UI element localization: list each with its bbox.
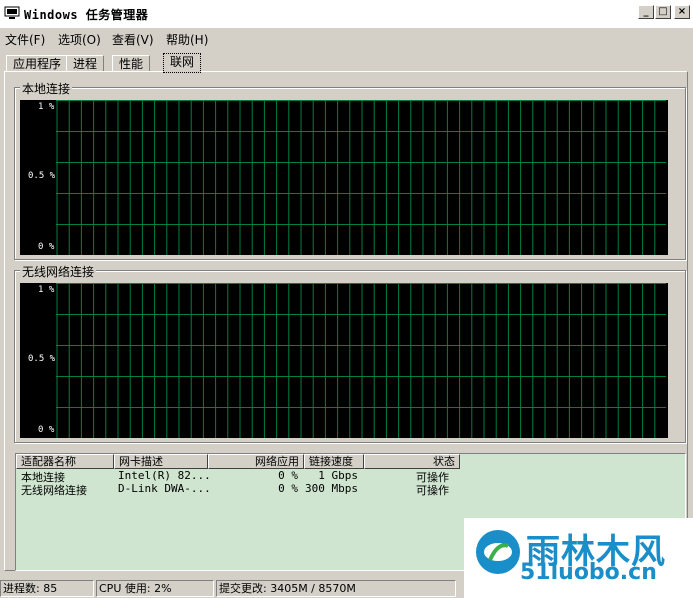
tab-applications[interactable]: 应用程序 [6, 55, 69, 72]
local-connection-label: 本地连接 [20, 80, 73, 97]
adapter-description: Intel(R) 82... [118, 469, 211, 482]
wireless-connection-grid [56, 283, 666, 438]
wireless-connection-label: 无线网络连接 [20, 263, 97, 280]
tab-networking[interactable]: 联网 [163, 53, 202, 73]
watermark-logo-icon [476, 530, 520, 574]
minimize-button[interactable]: _ [638, 5, 654, 19]
y-axis-top-label: 1 % [38, 102, 55, 112]
adapter-link-speed: 1 Gbps [318, 469, 358, 482]
column-header-utilization[interactable]: 网络应用 [208, 454, 304, 469]
y-axis-bottom-label: 0 % [38, 242, 55, 252]
local-connection-graph: 1 % 0.5 % 0 % [20, 100, 668, 255]
title-bar[interactable]: Windows 任务管理器 _ □ × [0, 0, 693, 29]
local-connection-grid [56, 100, 666, 255]
adapter-utilization: 0 % [278, 482, 298, 495]
menu-help[interactable]: 帮助(H) [166, 31, 208, 48]
y-axis-bottom-label: 0 % [38, 425, 55, 435]
window-title: Windows 任务管理器 [24, 8, 149, 22]
table-row[interactable]: 本地连接 Intel(R) 82... 0 % 1 Gbps 可操作 [16, 469, 687, 484]
status-process-count: 进程数: 85 [0, 580, 94, 597]
adapter-utilization: 0 % [278, 469, 298, 482]
table-row[interactable]: 无线网络连接 D-Link DWA-... 0 % 300 Mbps 可操作 [16, 482, 687, 497]
menu-bar [0, 28, 693, 48]
wireless-connection-graph: 1 % 0.5 % 0 % [20, 283, 668, 438]
menu-file[interactable]: 文件(F) [5, 31, 45, 48]
tab-processes[interactable]: 进程 [66, 55, 105, 72]
adapter-status: 可操作 [416, 484, 449, 497]
adapter-description: D-Link DWA-... [118, 482, 211, 495]
y-axis-mid-label: 0.5 % [28, 354, 56, 364]
adapter-link-speed: 300 Mbps [305, 482, 358, 495]
status-commit-charge: 提交更改: 3405M / 8570M [216, 580, 456, 597]
tab-performance[interactable]: 性能 [112, 55, 151, 72]
watermark-url: 51luobo.cn [520, 560, 657, 585]
task-manager-icon [4, 6, 20, 19]
menu-view[interactable]: 查看(V) [112, 31, 154, 48]
column-header-adapter-name[interactable]: 适配器名称 [16, 454, 114, 469]
y-axis-mid-label: 0.5 % [28, 171, 56, 181]
column-header-link-speed[interactable]: 链接速度 [304, 454, 364, 469]
column-header-description[interactable]: 网卡描述 [114, 454, 208, 469]
column-header-status[interactable]: 状态 [364, 454, 460, 469]
watermark: 雨林木风 51luobo.cn [464, 518, 693, 598]
adapter-name: 无线网络连接 [21, 484, 87, 497]
y-axis-top-label: 1 % [38, 285, 55, 295]
status-cpu-usage: CPU 使用: 2% [96, 580, 214, 597]
menu-options[interactable]: 选项(O) [58, 31, 101, 48]
close-button[interactable]: × [674, 5, 690, 19]
maximize-button[interactable]: □ [655, 5, 671, 19]
